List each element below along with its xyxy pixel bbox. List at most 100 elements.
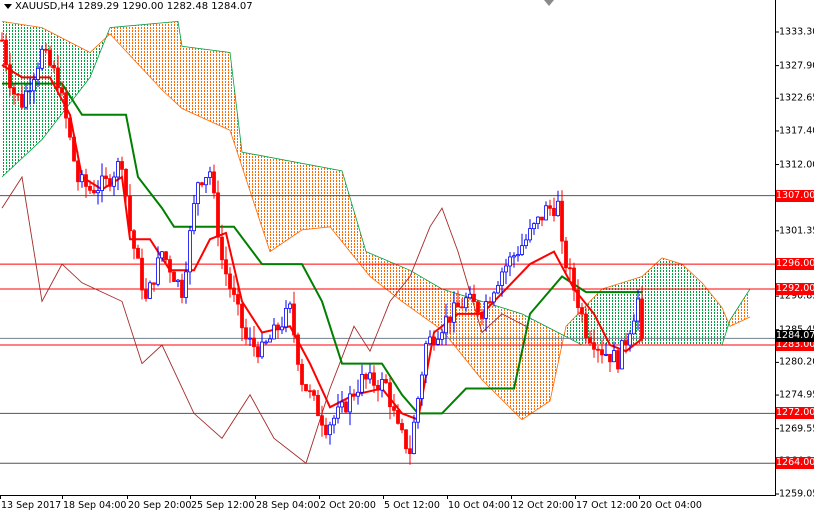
cloud-bear-segment [514, 311, 516, 414]
candle-body [124, 168, 128, 197]
senkou-span-a [1, 21, 751, 421]
cloud-bear-segment [258, 155, 260, 222]
candle-body [32, 79, 36, 92]
cloud-bear-segment [336, 169, 338, 237]
cloud-bull-segment [644, 272, 646, 345]
candle-body [164, 251, 168, 260]
symbol: XAUUSD,H4 [15, 1, 75, 12]
candle-body [72, 136, 76, 162]
cloud-bear-segment [378, 256, 380, 285]
cloud-bear-segment [176, 21, 178, 105]
candle-body [412, 421, 416, 455]
candle-body [520, 245, 524, 255]
candle-body [596, 348, 600, 351]
time-tick-label: 10 Oct 04:00 [448, 500, 510, 511]
cloud-bull-segment [78, 46, 80, 93]
cloud-bear-segment [174, 21, 176, 103]
cloud-bear-segment [316, 165, 318, 229]
cloud-bear-segment [202, 48, 204, 119]
candle-body [328, 424, 332, 436]
cloud-bear-segment [222, 51, 224, 128]
candle-body [484, 301, 488, 319]
cloud-bear-segment [516, 312, 518, 416]
cloud-bull-segment [612, 285, 614, 345]
candle-body [448, 316, 452, 323]
candle-body [204, 177, 208, 186]
candle-body [336, 406, 340, 419]
ichimoku-cloud [1, 20, 751, 421]
cloud-bear-segment [184, 46, 186, 111]
cloud-bear-segment [194, 47, 196, 115]
cloud-bull-segment [670, 260, 672, 345]
cloud-bear-segment [538, 322, 540, 409]
cloud-bear-segment [134, 25, 136, 62]
candle-body [320, 415, 324, 426]
cloud-bull-segment [82, 48, 84, 88]
cloud-bear-segment [472, 298, 474, 370]
candle-body [400, 423, 404, 431]
candle-body [340, 401, 344, 408]
cloud-bear-segment [288, 160, 290, 240]
cloud-bear-segment [162, 22, 164, 92]
candle-body [568, 267, 572, 270]
cloud-bear-segment [182, 46, 184, 110]
cloud-bull-segment [652, 265, 654, 345]
candle-body [244, 327, 248, 340]
cloud-bull-segment [676, 262, 678, 345]
cloud-bear-segment [290, 161, 292, 239]
time-tick-label: 12 Oct 20:00 [512, 500, 574, 511]
cloud-bear-segment [146, 24, 148, 75]
candle-body [608, 353, 612, 363]
cloud-bear-segment [326, 167, 328, 228]
candle-body [512, 255, 516, 258]
cloud-bear-segment [344, 177, 346, 247]
chart-title: XAUUSD,H4 1289.29 1290.00 1282.48 1284.0… [4, 1, 253, 12]
price-tick-label: 1327.90 [779, 60, 814, 72]
candle-body [516, 254, 520, 257]
cloud-bull-segment [684, 265, 686, 345]
cloud-bull-segment [692, 273, 694, 345]
candle-body [612, 350, 616, 363]
candle-body [600, 349, 604, 356]
cloud-bear-segment [436, 285, 438, 328]
time-tick-label: 5 Oct 12:00 [384, 500, 440, 511]
candle-body [8, 64, 12, 89]
candle-body [20, 93, 24, 108]
price-tick-label: 1301.35 [779, 225, 814, 237]
candle-body [60, 87, 64, 94]
candle-body [160, 251, 164, 259]
cloud-bull-segment [704, 285, 706, 345]
cloud-bear-segment [294, 161, 296, 236]
cloud-bear-segment [412, 271, 414, 311]
cloud-bear-segment [426, 279, 428, 321]
triangle-down-icon[interactable] [4, 3, 12, 9]
candle-body [408, 448, 412, 455]
candle-body [576, 289, 580, 308]
cloud-bear-segment [394, 263, 396, 297]
candle-body [368, 372, 372, 380]
time-tick-label: 2 Oct 20:00 [320, 500, 376, 511]
candle-body [76, 160, 80, 183]
cloud-bear-segment [528, 316, 530, 416]
price-chart[interactable] [0, 0, 814, 514]
cloud-bear-segment [512, 310, 514, 412]
cloud-bear-segment [520, 313, 522, 420]
cloud-bear-segment [506, 308, 508, 406]
cloud-bull-segment [664, 258, 666, 345]
cloud-bear-segment [300, 162, 302, 232]
chart-shift-marker-icon[interactable] [544, 0, 554, 6]
cloud-bull-segment [650, 267, 652, 345]
candle-body [476, 301, 480, 313]
candle-body [360, 374, 364, 393]
candle-body [556, 200, 560, 217]
cloud-bear-segment [224, 51, 226, 129]
time-tick-label: 13 Sep 2017 [1, 500, 62, 511]
cloud-bull-segment [88, 51, 90, 81]
candle-body [252, 337, 256, 348]
cloud-bear-segment [376, 255, 378, 283]
candle-body [388, 382, 392, 408]
cloud-bear-segment [352, 204, 354, 257]
cloud-bull-segment [610, 285, 612, 345]
candle-body [392, 406, 396, 411]
candle-body [352, 393, 356, 397]
